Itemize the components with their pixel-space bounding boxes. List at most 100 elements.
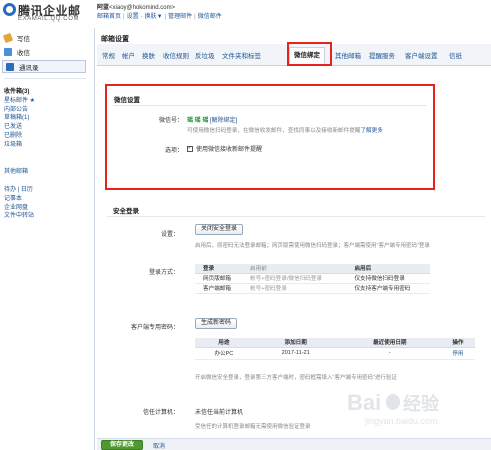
client-password-label: 客户端专用密码： — [130, 325, 179, 331]
wechat-description-text: 可使用微信扫码登录，在微信收发邮件，查找同事以及接收新邮件提醒 — [187, 128, 361, 134]
client-password-table: 用途 添加日期 最近使用日期 操作 办公PC 2017-11-21 - 停用 — [195, 338, 475, 360]
header: 腾讯企业邮 EXAMAIL.QQ.COM 阿蓝<xiaoy@hokomind.c… — [0, 0, 491, 26]
main-content: 邮箱设置 常规 帐户 换肤 收信规则 反垃圾 文件夹和标签 微信绑定 其他邮箱 … — [97, 28, 491, 450]
learn-more-link[interactable]: 了解更多 — [360, 128, 382, 134]
section-divider — [107, 216, 485, 217]
tab-stationery[interactable]: 信纸 — [449, 50, 462, 60]
column-header: 启用后 — [346, 264, 430, 274]
disable-password-link[interactable]: 停用 — [440, 347, 475, 360]
table-cell: 网页版邮箱 — [195, 273, 242, 284]
folder-list: 收件箱(3) 星标邮件 ★ 内部公告 草稿箱(1) 已发送 已删除 垃圾箱 — [4, 88, 90, 150]
footer-bar: 保存更改 取消 — [97, 438, 491, 450]
sidebar: 写信 收信 通讯录 收件箱(3) 星标邮件 ★ 内部公告 草稿箱(1) 已发送 … — [0, 28, 95, 450]
column-header: 添加日期 — [252, 338, 339, 348]
tool-todo-calendar[interactable]: 待办 | 日历 — [4, 186, 90, 195]
folder-sent[interactable]: 已发送 — [4, 123, 90, 132]
close-secure-login-button[interactable]: 关闭安全登录 — [195, 224, 243, 235]
table-row: 办公PC 2017-11-21 - 停用 — [195, 347, 475, 360]
table-cell: 2017-11-21 — [252, 347, 339, 360]
folder-deleted[interactable]: 已删除 — [4, 132, 90, 141]
client-password-description: 开启微信安全登录，登录第三方客户端时，密码框需填入"客户端专用密码"进行验证 — [195, 375, 397, 381]
folder-announcements[interactable]: 内部公告 — [4, 106, 90, 115]
wechat-settings-title: 微信设置 — [114, 97, 140, 104]
baidu-watermark-logo: Bai 经验 jingyan.baidu.com — [347, 390, 440, 426]
folder-drafts[interactable]: 草稿箱(1) — [4, 114, 90, 123]
contacts-button[interactable]: 通讯录 — [2, 60, 86, 73]
svg-text:经验: 经验 — [403, 393, 440, 414]
section-divider — [113, 105, 427, 106]
folder-spam[interactable]: 垃圾箱 — [4, 141, 90, 150]
other-mailbox-link[interactable]: 其他邮箱 — [4, 168, 90, 177]
wechat-notify-label: 使用微信接收新邮件提醒 — [196, 147, 263, 153]
trusted-computer-label: 信任计算机： — [142, 410, 179, 416]
login-method-table: 登录 启用前 启用后 网页版邮箱 帐号+密码登录/微信扫码登录 仅支持微信扫码登… — [195, 264, 430, 294]
table-header-row: 用途 添加日期 最近使用日期 操作 — [195, 338, 475, 348]
tencent-exmail-logo[interactable]: 腾讯企业邮 EXAMAIL.QQ.COM — [3, 2, 95, 24]
wechat-id-row: 瑶 瑶 瑶 [解除绑定] — [187, 115, 237, 124]
link-wechat-mail[interactable]: 微信邮件 — [198, 14, 222, 20]
tab-other-mailbox[interactable]: 其他邮箱 — [335, 50, 361, 60]
link-home[interactable]: 邮箱首页 — [97, 14, 121, 20]
tool-notepad[interactable]: 记事本 — [4, 195, 90, 204]
table-cell: 仅支持客户端专用密码 — [346, 283, 430, 294]
cancel-button[interactable]: 取消 — [153, 441, 165, 450]
wechat-notify-option[interactable]: ✓ 使用微信接收新邮件提醒 — [187, 144, 262, 153]
option-label: 选项： — [164, 148, 183, 154]
table-cell: 仅支持微信扫码登录 — [346, 273, 430, 284]
wechat-id-label: 微信号： — [158, 118, 183, 124]
folder-starred[interactable]: 星标邮件 ★ — [4, 97, 90, 106]
link-settings[interactable]: 设置 — [127, 14, 139, 20]
generate-password-button[interactable]: 生成新密码 — [195, 318, 237, 329]
other-mailbox-list: 其他邮箱 — [4, 168, 90, 177]
table-cell: 帐号+密码登录 — [242, 283, 347, 294]
tab-anti-spam[interactable]: 反垃圾 — [195, 50, 215, 60]
table-cell: 客户端邮箱 — [195, 283, 242, 294]
wechat-notify-checkbox[interactable]: ✓ — [187, 145, 193, 152]
tab-receive-rules[interactable]: 收信规则 — [163, 50, 189, 60]
tools-list: 待办 | 日历 记事本 企业网盘 文件中转站 — [4, 186, 90, 221]
trusted-computer-description: 受信任的计算机登录邮箱无需使用微信验证登录 — [195, 424, 311, 430]
security-login-title: 安全登录 — [113, 208, 139, 215]
user-info: 阿蓝<xiaoy@hokomind.com> — [97, 2, 175, 11]
unbind-link[interactable]: [解除绑定] — [210, 118, 237, 124]
link-manage-mail[interactable]: 管理邮件 — [168, 14, 192, 20]
table-header-row: 登录 启用前 启用后 — [195, 264, 430, 274]
tab-folders-tags[interactable]: 文件夹和标签 — [222, 50, 261, 60]
login-method-label: 登录方式： — [148, 270, 179, 276]
svg-text:Bai: Bai — [347, 390, 381, 415]
folder-inbox[interactable]: 收件箱(3) — [4, 88, 90, 97]
write-button[interactable]: 写信 — [2, 32, 86, 43]
tab-highlight-box — [287, 42, 332, 66]
save-button[interactable]: 保存更改 — [101, 440, 143, 450]
table-cell: 帐号+密码登录/微信扫码登录 — [242, 273, 347, 284]
column-header: 启用前 — [242, 264, 347, 274]
tab-reminders[interactable]: 提醒服务 — [369, 50, 395, 60]
brand-domain: EXAMAIL.QQ.COM — [18, 16, 80, 22]
write-label: 写信 — [17, 35, 30, 43]
tencent-logo-icon — [3, 3, 16, 16]
trusted-computer-status: 未信任当前计算机 — [195, 410, 244, 416]
tab-general[interactable]: 常规 — [102, 50, 115, 60]
table-row: 客户端邮箱 帐号+密码登录 仅支持客户端专用密码 — [195, 283, 430, 294]
tab-account[interactable]: 帐户 — [122, 50, 135, 60]
top-links: 邮箱首页 | 设置 - 换肤▼ | 管理邮件 | 微信邮件 — [97, 14, 222, 20]
table-row: 网页版邮箱 帐号+密码登录/微信扫码登录 仅支持微信扫码登录 — [195, 273, 430, 284]
security-setting-label: 设置： — [160, 232, 179, 238]
inbox-icon — [4, 47, 12, 56]
sidebar-divider — [4, 78, 86, 79]
page-title: 邮箱设置 — [101, 36, 129, 43]
column-header: 登录 — [195, 264, 242, 274]
tab-client-settings[interactable]: 客户端设置 — [405, 50, 438, 60]
wechat-nickname: 瑶 瑶 瑶 — [187, 118, 209, 124]
tool-netdisk[interactable]: 企业网盘 — [4, 204, 90, 213]
receive-button[interactable]: 收信 — [4, 46, 86, 57]
tool-file-transfer[interactable]: 文件中转站 — [4, 212, 90, 221]
tab-skin[interactable]: 换肤 — [142, 50, 155, 60]
pencil-icon — [2, 32, 14, 43]
table-cell: 办公PC — [195, 347, 253, 360]
column-header: 最近使用日期 — [338, 338, 441, 348]
link-skin[interactable]: 换肤▼ — [145, 14, 163, 20]
contacts-icon — [6, 62, 14, 71]
receive-label: 收信 — [17, 49, 30, 57]
table-cell: - — [338, 347, 441, 360]
